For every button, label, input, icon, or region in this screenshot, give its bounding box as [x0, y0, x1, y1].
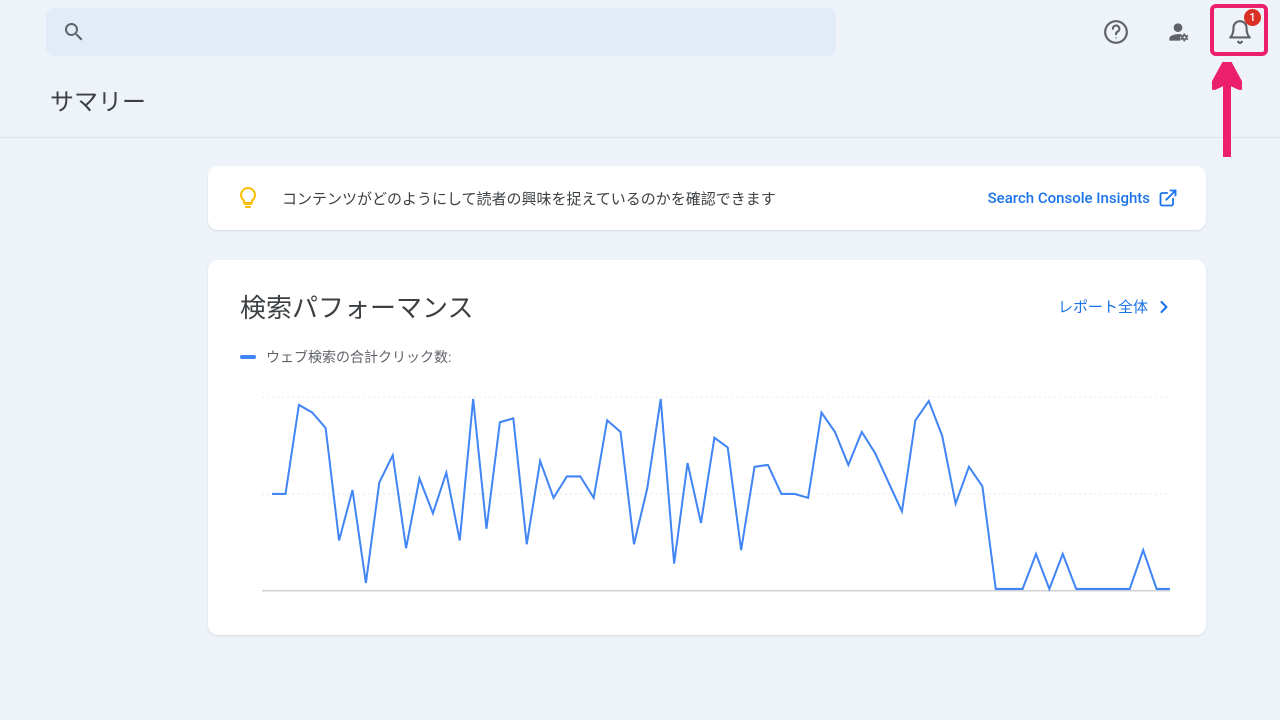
insights-link-label: Search Console Insights	[988, 189, 1150, 207]
performance-chart	[262, 395, 1170, 595]
top-bar: 1	[0, 0, 1280, 64]
help-button[interactable]	[1096, 12, 1136, 52]
legend-swatch	[240, 355, 256, 359]
notifications-button[interactable]: 1	[1220, 12, 1260, 52]
chart-legend: ウェブ検索の合計クリック数:	[240, 347, 1174, 367]
chevron-right-icon	[1154, 297, 1174, 317]
header-actions: 1	[1096, 12, 1260, 52]
search-input[interactable]	[98, 23, 820, 41]
main-content: コンテンツがどのようにして読者の興味を捉えているのかを確認できます Search…	[0, 138, 1280, 635]
insights-card: コンテンツがどのようにして読者の興味を捉えているのかを確認できます Search…	[208, 166, 1206, 230]
help-icon	[1103, 19, 1129, 45]
full-report-label: レポート全体	[1058, 296, 1148, 317]
search-icon	[62, 20, 86, 44]
users-settings-icon	[1165, 19, 1191, 45]
users-settings-button[interactable]	[1158, 12, 1198, 52]
insights-link[interactable]: Search Console Insights	[988, 188, 1178, 208]
page-title: サマリー	[50, 82, 1280, 117]
performance-title: 検索パフォーマンス	[240, 288, 1058, 325]
performance-card: 検索パフォーマンス レポート全体 ウェブ検索の合計クリック数:	[208, 260, 1206, 635]
legend-label: ウェブ検索の合計クリック数:	[266, 347, 451, 367]
insights-message: コンテンツがどのようにして読者の興味を捉えているのかを確認できます	[282, 188, 966, 209]
full-report-link[interactable]: レポート全体	[1058, 296, 1174, 317]
search-box[interactable]	[46, 8, 836, 56]
page-header: サマリー	[0, 64, 1280, 138]
notification-badge: 1	[1244, 9, 1261, 26]
lightbulb-icon	[236, 186, 260, 210]
open-external-icon	[1158, 188, 1178, 208]
